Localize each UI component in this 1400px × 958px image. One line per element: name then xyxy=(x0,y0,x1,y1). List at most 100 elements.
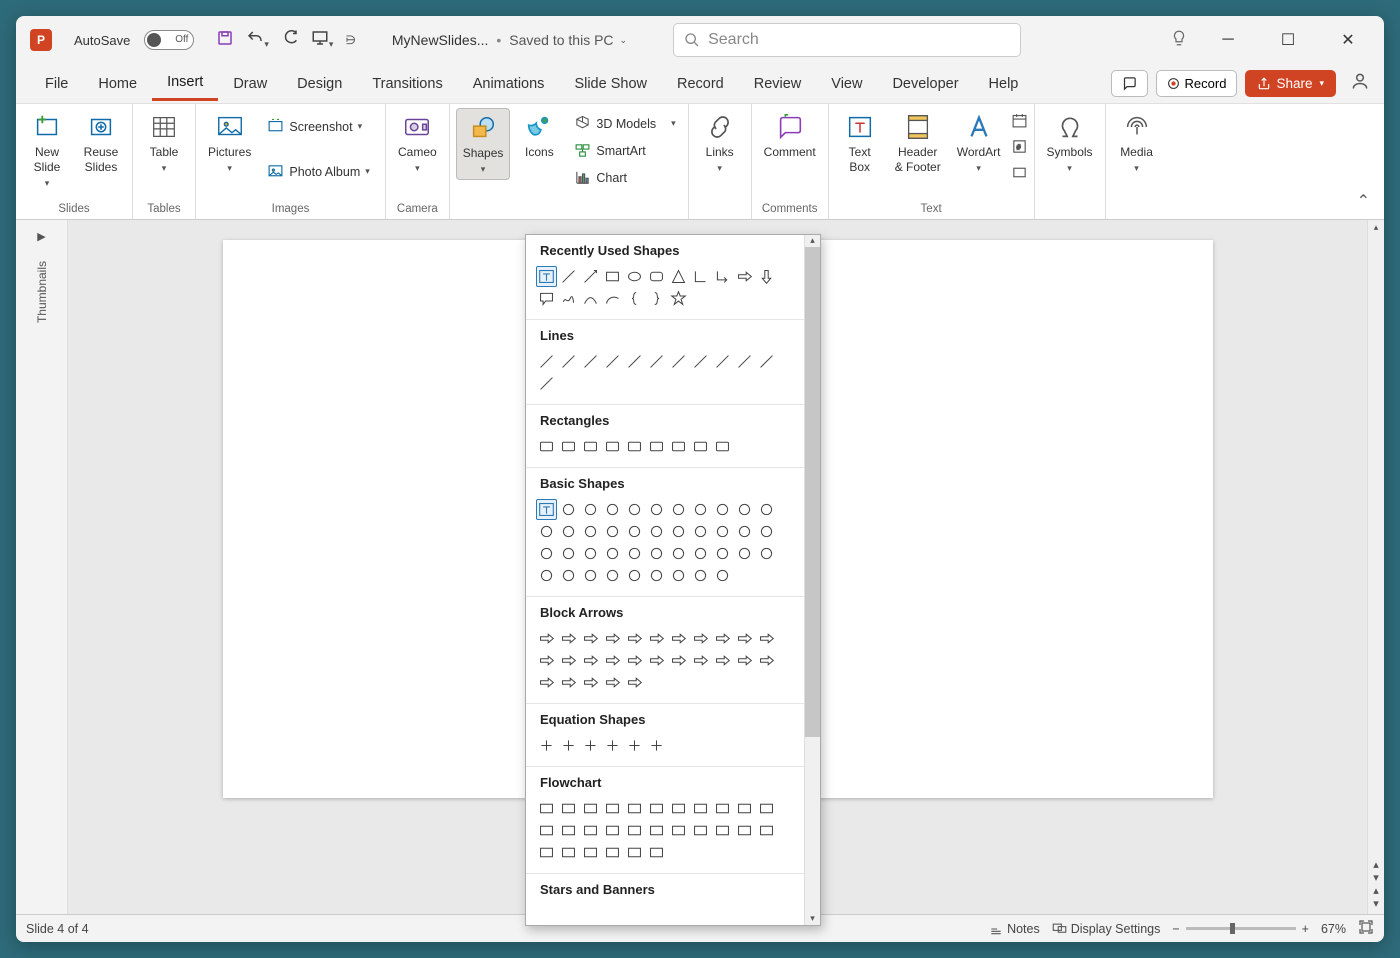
shape-item[interactable] xyxy=(756,351,777,372)
shape-item[interactable] xyxy=(712,499,733,520)
shape-item[interactable] xyxy=(756,820,777,841)
shape-item[interactable] xyxy=(646,735,667,756)
shape-item[interactable] xyxy=(536,373,557,394)
shape-item[interactable] xyxy=(536,628,557,649)
shape-item[interactable] xyxy=(602,521,623,542)
shape-right-arrow[interactable] xyxy=(734,266,755,287)
shape-item[interactable] xyxy=(646,798,667,819)
shape-right-brace[interactable] xyxy=(646,288,667,309)
tab-record[interactable]: Record xyxy=(662,68,739,100)
shape-item[interactable] xyxy=(668,798,689,819)
shape-down-arrow[interactable] xyxy=(756,266,777,287)
vertical-scrollbar[interactable]: ▴ ▴▾▴▾ xyxy=(1367,220,1384,914)
fit-to-window-button[interactable] xyxy=(1358,919,1374,938)
shape-rectangle[interactable] xyxy=(602,266,623,287)
qat-more-icon[interactable]: ⋻ xyxy=(345,33,355,47)
shape-triangle[interactable] xyxy=(668,266,689,287)
shape-item[interactable] xyxy=(536,521,557,542)
shape-item[interactable] xyxy=(712,543,733,564)
shape-item[interactable] xyxy=(646,842,667,863)
shape-item[interactable] xyxy=(668,351,689,372)
shape-curve[interactable] xyxy=(580,288,601,309)
shape-item[interactable] xyxy=(558,565,579,586)
shape-item[interactable] xyxy=(712,820,733,841)
text-box-button[interactable]: Text Box xyxy=(835,108,885,179)
shape-item[interactable] xyxy=(580,565,601,586)
shape-item[interactable] xyxy=(690,798,711,819)
links-button[interactable]: Links▾ xyxy=(695,108,745,178)
shape-item[interactable] xyxy=(624,820,645,841)
shape-item[interactable] xyxy=(558,672,579,693)
screenshot-button[interactable]: Screenshot ▾ xyxy=(261,114,375,139)
shape-item[interactable] xyxy=(536,499,557,520)
shape-item[interactable] xyxy=(734,628,755,649)
shape-item[interactable] xyxy=(756,798,777,819)
shape-item[interactable] xyxy=(580,672,601,693)
shape-item[interactable] xyxy=(734,543,755,564)
tab-transitions[interactable]: Transitions xyxy=(357,68,457,100)
maximize-button[interactable]: ☐ xyxy=(1268,24,1308,56)
shape-item[interactable] xyxy=(580,521,601,542)
cameo-button[interactable]: Cameo▾ xyxy=(392,108,443,178)
shape-item[interactable] xyxy=(690,521,711,542)
shape-item[interactable] xyxy=(646,565,667,586)
shape-star[interactable] xyxy=(668,288,689,309)
shapes-button[interactable]: Shapes▾ xyxy=(456,108,511,180)
ribbon-collapse-button[interactable]: ⌃ xyxy=(1343,183,1384,219)
shape-item[interactable] xyxy=(734,650,755,671)
shape-left-brace[interactable] xyxy=(624,288,645,309)
shape-item[interactable] xyxy=(536,842,557,863)
shape-item[interactable] xyxy=(536,351,557,372)
photo-album-button[interactable]: Photo Album ▾ xyxy=(261,159,375,184)
shape-item[interactable] xyxy=(558,499,579,520)
shape-item[interactable] xyxy=(602,543,623,564)
tab-home[interactable]: Home xyxy=(83,68,152,100)
header-footer-button[interactable]: Header & Footer xyxy=(889,108,947,179)
shape-item[interactable] xyxy=(668,499,689,520)
shape-item[interactable] xyxy=(624,628,645,649)
shape-item[interactable] xyxy=(624,499,645,520)
shape-arc[interactable] xyxy=(602,288,623,309)
shape-item[interactable] xyxy=(558,842,579,863)
shape-item[interactable] xyxy=(734,521,755,542)
shape-item[interactable] xyxy=(712,650,733,671)
record-button[interactable]: Record xyxy=(1156,70,1238,97)
wordart-button[interactable]: WordArt▾ xyxy=(951,108,1007,178)
3d-models-button[interactable]: 3D Models ▾ xyxy=(568,111,681,136)
shape-item[interactable] xyxy=(558,820,579,841)
shape-item[interactable] xyxy=(602,628,623,649)
pictures-button[interactable]: Pictures▾ xyxy=(202,108,257,178)
shape-item[interactable] xyxy=(624,842,645,863)
shape-item[interactable] xyxy=(646,499,667,520)
lightbulb-icon[interactable] xyxy=(1170,29,1188,52)
shape-elbow-arrow[interactable] xyxy=(712,266,733,287)
shape-item[interactable] xyxy=(558,351,579,372)
tab-slideshow[interactable]: Slide Show xyxy=(559,68,662,100)
thumbnail-strip[interactable]: ▶ Thumbnails xyxy=(16,220,68,914)
date-time-icon[interactable] xyxy=(1011,112,1028,134)
shape-item[interactable] xyxy=(624,798,645,819)
shapes-scrollbar[interactable]: ▴ ▾ xyxy=(804,235,820,925)
shape-item[interactable] xyxy=(558,798,579,819)
shape-item[interactable] xyxy=(756,499,777,520)
shape-item[interactable] xyxy=(558,735,579,756)
shape-line-arrow[interactable] xyxy=(580,266,601,287)
shape-item[interactable] xyxy=(558,628,579,649)
present-icon[interactable]: ▾ xyxy=(311,29,334,52)
smartart-button[interactable]: SmartArt xyxy=(568,138,681,163)
reuse-slides-button[interactable]: Reuse Slides xyxy=(76,108,126,179)
shape-item[interactable] xyxy=(624,436,645,457)
shape-item[interactable] xyxy=(580,820,601,841)
shape-item[interactable] xyxy=(536,820,557,841)
shape-item[interactable] xyxy=(580,543,601,564)
shape-item[interactable] xyxy=(668,650,689,671)
document-title[interactable]: MyNewSlides... • Saved to this PC ⌄ xyxy=(392,32,627,48)
shape-item[interactable] xyxy=(580,650,601,671)
shape-item[interactable] xyxy=(756,543,777,564)
shape-item[interactable] xyxy=(536,735,557,756)
tab-design[interactable]: Design xyxy=(282,68,357,100)
shape-item[interactable] xyxy=(624,521,645,542)
shape-item[interactable] xyxy=(602,735,623,756)
shape-item[interactable] xyxy=(602,672,623,693)
shape-item[interactable] xyxy=(712,436,733,457)
